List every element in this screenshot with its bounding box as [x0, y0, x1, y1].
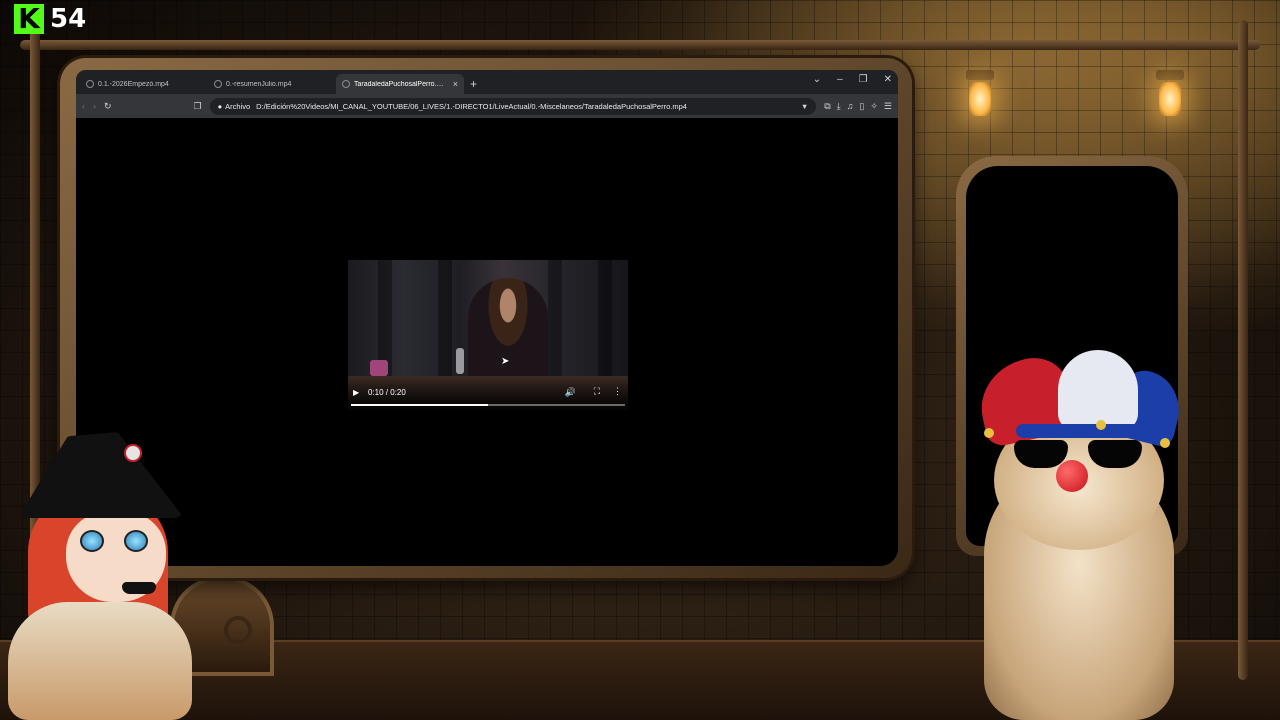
- close-window-button[interactable]: ✕: [884, 74, 892, 85]
- wall-lamp-left: [966, 70, 994, 130]
- fullscreen-icon[interactable]: ⛶: [594, 386, 600, 397]
- mouse-cursor-icon: ➤: [501, 356, 510, 367]
- video-progress-bar[interactable]: [351, 404, 625, 406]
- tab-globe-icon: [86, 80, 94, 88]
- video-progress-fill: [351, 404, 488, 406]
- tab-label: TaradaledaPuchosalPerro.mp4: [354, 80, 449, 88]
- window-controls: ⌄ – ❐ ✕: [813, 74, 892, 85]
- video-player[interactable]: ➤ ▶ 0:10 / 0:20 🔊 ⛶ ⋮: [348, 260, 628, 410]
- scheme-chip-label: Archivo: [225, 101, 251, 111]
- video-frame-microphone: [456, 348, 464, 374]
- leo-star-icon[interactable]: ✧: [870, 101, 878, 112]
- sidebar-icon[interactable]: ▯: [859, 101, 864, 112]
- kick-logo-icon: K: [14, 4, 44, 34]
- clown-nose: [1056, 460, 1088, 492]
- url-text: D:/Edición%20Videos/MI_CANAL_YOUTUBE/06_…: [256, 101, 687, 111]
- jester-dog-overlay: [966, 350, 1196, 720]
- reload-icon[interactable]: ↻: [104, 101, 112, 112]
- volume-icon[interactable]: 🔊: [565, 387, 576, 398]
- top-pipe: [20, 40, 1260, 50]
- video-time: 0:10 / 0:20: [368, 388, 406, 397]
- tab-globe-icon: [214, 80, 222, 88]
- pirate-girl-avatar: [0, 432, 200, 720]
- skull-emblem-icon: [124, 444, 142, 462]
- tab-bar: 0.1.-2026Empezó.mp4 0.-resumenJulio.mp4 …: [76, 70, 898, 94]
- right-pipe: [1238, 20, 1248, 680]
- tab-1[interactable]: 0.-resumenJulio.mp4: [208, 74, 336, 94]
- back-icon[interactable]: ‹: [82, 101, 85, 111]
- extension-icons: ⧉ ⤓ ♫ ▯ ✧ ☰: [824, 101, 892, 112]
- new-tab-button[interactable]: +: [464, 77, 483, 94]
- viewer-count: 54: [50, 4, 87, 34]
- minimize-button[interactable]: –: [837, 74, 843, 85]
- extensions-icon[interactable]: ⧉: [824, 101, 830, 112]
- shield-icon[interactable]: ▼: [801, 102, 808, 111]
- video-controls: ▶ 0:10 / 0:20 🔊 ⛶ ⋮: [348, 378, 628, 410]
- file-scheme-chip[interactable]: ● Archivo: [218, 102, 251, 111]
- more-options-icon[interactable]: ⋮: [613, 386, 622, 397]
- tab-search-dropdown-icon[interactable]: ⌄: [813, 74, 821, 85]
- wall-lamp-right: [1156, 70, 1184, 130]
- tab-label: 0.-resumenJulio.mp4: [226, 80, 292, 88]
- tab-close-icon[interactable]: ×: [453, 79, 458, 89]
- download-icon[interactable]: ⤓: [837, 101, 841, 112]
- forward-icon[interactable]: ›: [93, 101, 96, 111]
- address-bar[interactable]: ● Archivo D:/Edición%20Videos/MI_CANAL_Y…: [209, 97, 817, 115]
- tab-2-active[interactable]: TaradaledaPuchosalPerro.mp4 ×: [336, 74, 464, 94]
- info-icon: ●: [217, 101, 223, 111]
- stream-viewer-badge: K 54: [14, 4, 86, 34]
- bookmark-icon[interactable]: ❐: [194, 101, 202, 112]
- restore-button[interactable]: ❐: [859, 74, 868, 85]
- video-frame-speaker: [468, 278, 548, 388]
- menu-icon[interactable]: ☰: [884, 101, 892, 112]
- video-frame-cup: [370, 360, 388, 376]
- play-icon[interactable]: ▶: [353, 388, 359, 397]
- tab-globe-icon: [342, 80, 350, 88]
- tab-label: 0.1.-2026Empezó.mp4: [98, 80, 169, 88]
- music-icon[interactable]: ♫: [847, 101, 854, 112]
- tab-0[interactable]: 0.1.-2026Empezó.mp4: [80, 74, 208, 94]
- toolbar: ‹ › ↻ ❐ ● Archivo D:/Edición%20Videos/MI…: [76, 94, 898, 118]
